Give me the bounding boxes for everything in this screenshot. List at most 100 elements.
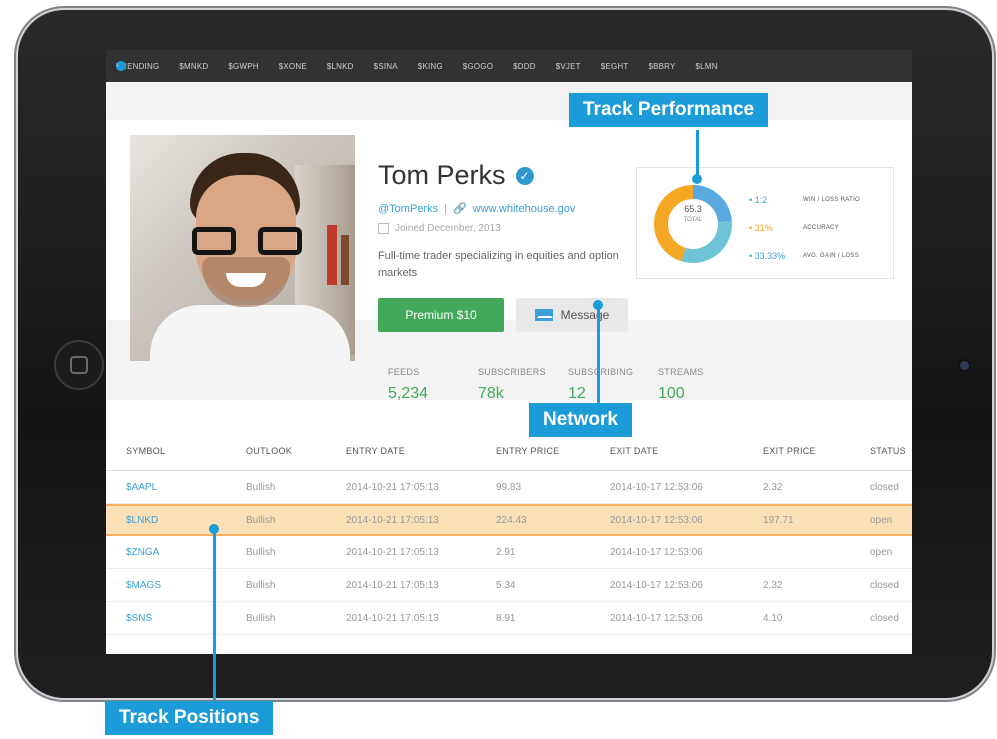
ticker-item[interactable]: $GWPH	[228, 62, 258, 71]
ticker-item[interactable]: $DDD	[513, 62, 536, 71]
stat-subscribers[interactable]: SUBSCRIBERS 78k	[478, 367, 568, 403]
ticker-separator: •	[116, 61, 126, 71]
calendar-icon	[378, 223, 389, 234]
home-button[interactable]	[54, 340, 104, 390]
profile-bio: Full-time trader specializing in equitie…	[378, 250, 619, 279]
message-label: Message	[560, 308, 610, 322]
header-symbol[interactable]: SYMBOL	[126, 446, 165, 456]
positions-callout-dot	[209, 524, 219, 534]
stat-value: 12	[568, 385, 586, 402]
cell-exit-date: 2014-10-17 12:53:06	[610, 481, 703, 493]
total-value: 65.3	[684, 204, 702, 214]
profile-photo	[130, 135, 355, 361]
header-outlook[interactable]: OUTLOOK	[246, 446, 292, 456]
stat-streams[interactable]: STREAMS 100	[658, 367, 748, 403]
metric-avg-gain-loss: • 33.33% AVG. GAIN / LOSS	[749, 242, 860, 270]
cell-outlook: Bullish	[246, 514, 276, 526]
profile-handle[interactable]: @TomPerks	[378, 203, 438, 215]
header-entry-price[interactable]: ENTRY PRICE	[496, 446, 559, 456]
header-status[interactable]: STATUS	[870, 446, 906, 456]
website-link[interactable]: www.whitehouse.gov	[473, 203, 576, 215]
table-row[interactable]: $MAGS Bullish 2014-10-21 17:05:13 5.34 2…	[106, 569, 912, 602]
message-button[interactable]: Message	[516, 298, 628, 332]
cell-exit-date: 2014-10-17 12:53:06	[610, 612, 703, 624]
joined-row: Joined December, 2013	[378, 223, 501, 234]
premium-button[interactable]: Premium $10	[378, 298, 504, 332]
stat-feeds[interactable]: FEEDS 5,234	[388, 367, 478, 403]
positions-callout-line	[213, 528, 216, 700]
cell-symbol[interactable]: $LNKD	[126, 515, 158, 526]
ticker-item[interactable]: $KING	[418, 62, 443, 71]
cell-symbol[interactable]: $MAGS	[126, 580, 161, 591]
header-entry-date[interactable]: ENTRY DATE	[346, 446, 405, 456]
cell-exit-price: 2.32	[763, 579, 783, 591]
profile-stats: FEEDS 5,234 SUBSCRIBERS 78k SUBSCRIBING …	[388, 367, 748, 403]
performance-callout-line	[696, 130, 699, 178]
ticker-item[interactable]: $SINA	[374, 62, 398, 71]
mail-icon	[534, 309, 553, 321]
cell-outlook: Bullish	[246, 612, 276, 624]
ticker-item[interactable]: $MNKD	[179, 62, 208, 71]
profile-name: Tom Perks	[378, 160, 506, 190]
table-row[interactable]: $ZNGA Bullish 2014-10-21 17:05:13 2.91 2…	[106, 536, 912, 569]
cell-entry-price: 8.91	[496, 612, 516, 624]
cell-outlook: Bullish	[246, 579, 276, 591]
cell-entry-date: 2014-10-21 17:05:13	[346, 612, 439, 624]
stat-subscribing[interactable]: SUBSCRIBING 12	[568, 367, 658, 403]
network-callout-dot	[593, 300, 603, 310]
cell-exit-price: 4.10	[763, 612, 783, 624]
cell-outlook: Bullish	[246, 546, 276, 558]
cell-symbol[interactable]: $SNS	[126, 613, 152, 624]
ticker-item[interactable]: $XONE	[279, 62, 307, 71]
top-band	[106, 82, 912, 120]
ticker-item[interactable]: $LMN	[696, 62, 718, 71]
joined-date: Joined December, 2013	[395, 223, 501, 234]
stat-value: 100	[658, 385, 685, 402]
track-performance-callout: Track Performance	[569, 93, 769, 127]
header-exit-price[interactable]: EXIT PRICE	[763, 446, 816, 456]
metric-win-loss: • 1:2 WIN / LOSS RATIO	[749, 186, 860, 214]
donut-center: 65.3 TOTAL	[651, 204, 735, 226]
table-row-highlighted[interactable]: $LNKD Bullish 2014-10-21 17:05:13 224.43…	[106, 504, 912, 536]
ticker-item[interactable]: $EGHT	[601, 62, 629, 71]
table-row[interactable]: $SNS Bullish 2014-10-21 17:05:13 8.91 20…	[106, 602, 912, 635]
cell-status: closed	[870, 579, 899, 591]
name-row: Tom Perks ✓	[378, 160, 534, 191]
table-header: SYMBOL OUTLOOK ENTRY DATE ENTRY PRICE EX…	[106, 432, 912, 471]
network-callout: Network	[529, 403, 632, 437]
performance-card: 65.3 TOTAL • 1:2 WIN / LOSS RATIO • 31% …	[636, 167, 894, 279]
ticker-item[interactable]: $VJET	[556, 62, 581, 71]
cell-symbol[interactable]: $AAPL	[126, 482, 157, 493]
cell-exit-price: 2.32	[763, 481, 783, 493]
cell-symbol[interactable]: $ZNGA	[126, 547, 159, 558]
tablet-frame: TRENDING • $MNKD $GWPH $XONE $LNKD $SINA…	[18, 10, 992, 698]
ticker-item[interactable]: $BBRY	[648, 62, 675, 71]
metric-value: • 33.33%	[749, 251, 786, 261]
track-positions-callout: Track Positions	[105, 701, 274, 735]
cell-entry-price: 224.43	[496, 514, 527, 526]
total-label: TOTAL	[683, 217, 703, 223]
cell-status: open	[870, 546, 893, 558]
network-callout-line	[597, 304, 600, 404]
metric-value: • 31%	[749, 223, 773, 233]
header-exit-date[interactable]: EXIT DATE	[610, 446, 658, 456]
cell-outlook: Bullish	[246, 481, 276, 493]
cell-entry-price: 2.91	[496, 546, 516, 558]
metric-value: • 1:2	[749, 195, 768, 205]
ticker-item[interactable]: $LNKD	[327, 62, 354, 71]
stat-label: FEEDS	[388, 367, 420, 377]
link-icon: 🔗	[452, 203, 467, 215]
cell-entry-date: 2014-10-21 17:05:13	[346, 481, 439, 493]
cell-entry-date: 2014-10-21 17:05:13	[346, 579, 439, 591]
stat-value: 78k	[478, 385, 504, 402]
metric-label: AVG. GAIN / LOSS	[803, 253, 860, 259]
stat-value: 5,234	[388, 385, 429, 402]
cell-exit-date: 2014-10-17 12:53:06	[610, 514, 703, 526]
trending-ticker: TRENDING • $MNKD $GWPH $XONE $LNKD $SINA…	[106, 50, 912, 82]
table-row[interactable]: $AAPL Bullish 2014-10-21 17:05:13 99.83 …	[106, 471, 912, 504]
profile-section: Tom Perks ✓ @TomPerks | 🔗 www.whitehouse…	[106, 120, 912, 402]
cell-entry-date: 2014-10-21 17:05:13	[346, 514, 439, 526]
ticker-item[interactable]: $GOGO	[463, 62, 493, 71]
stat-label: SUBSCRIBERS	[478, 367, 546, 377]
cell-exit-price: 197.71	[763, 514, 794, 526]
